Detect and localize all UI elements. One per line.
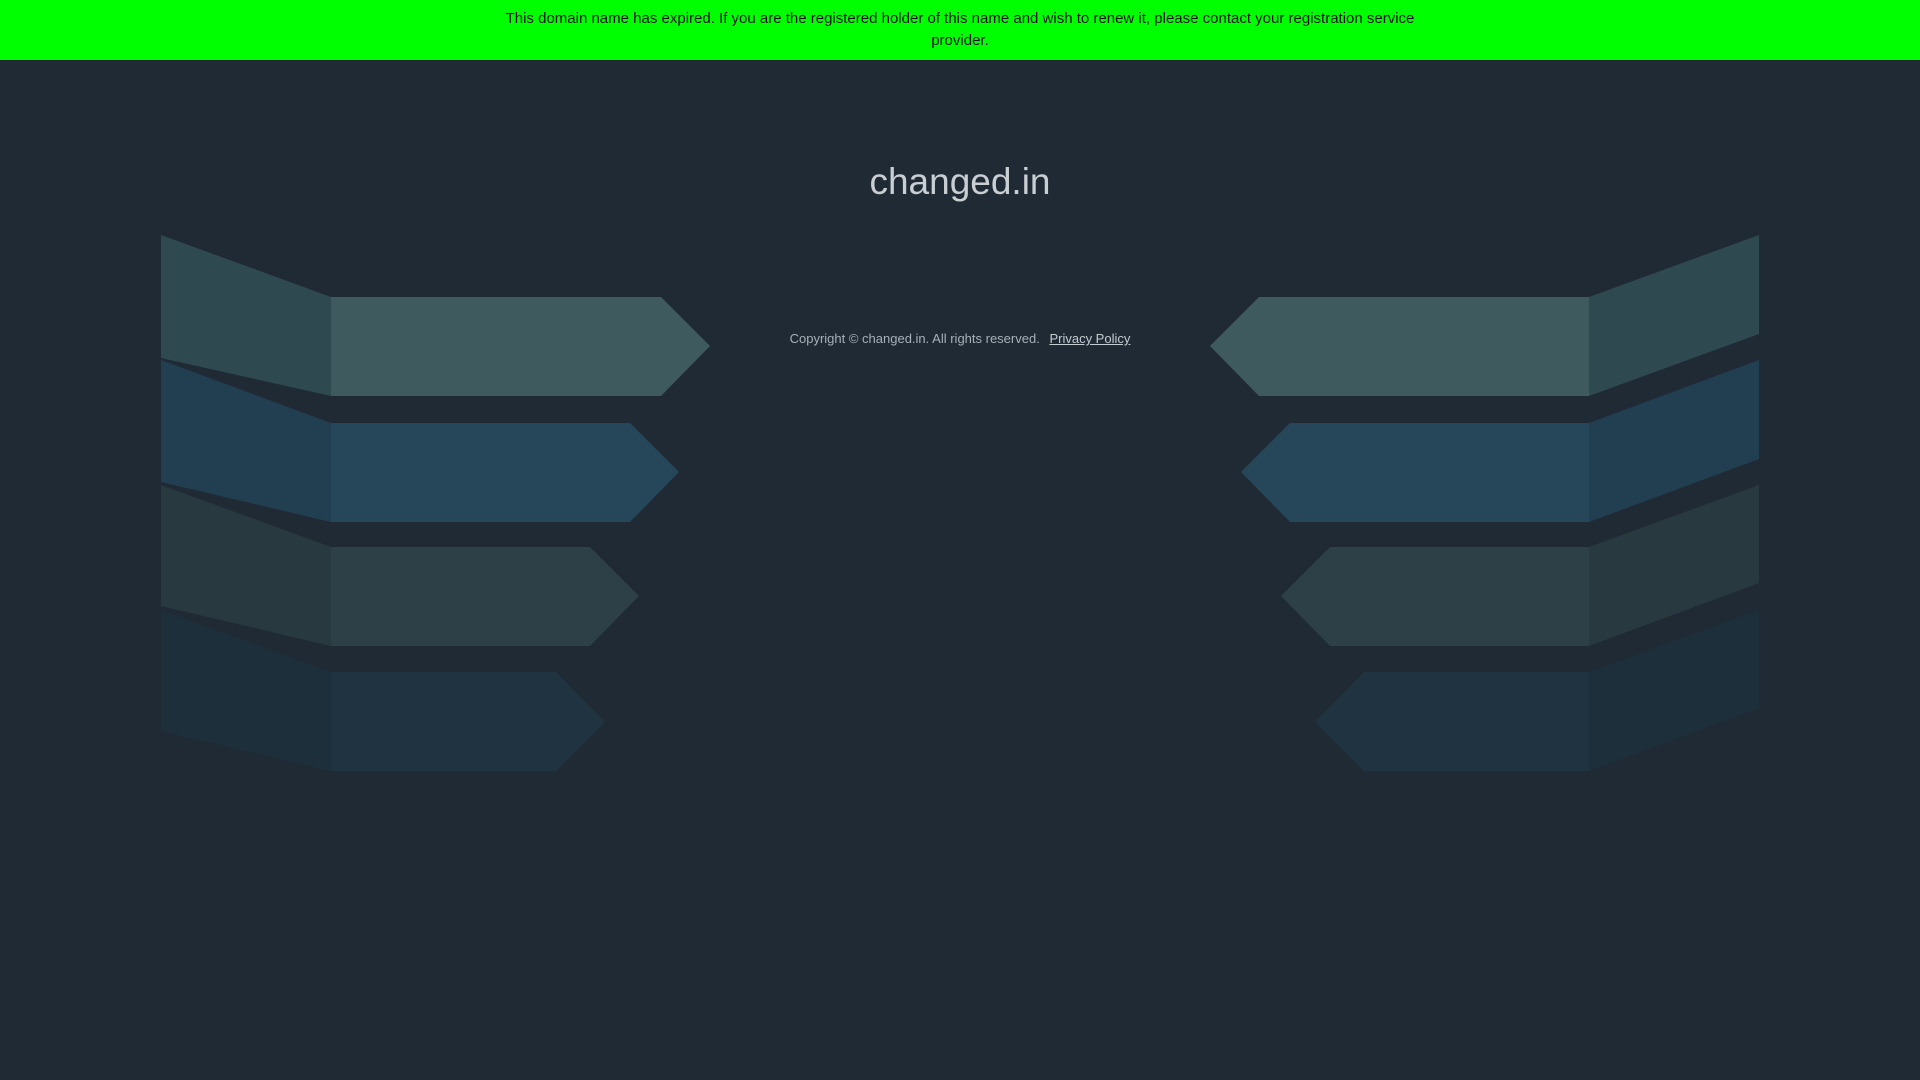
left-wing [161,235,710,771]
copyright-text: Copyright © changed.in. All rights reser… [789,331,1040,346]
footer: Copyright © changed.in. All rights reser… [0,331,1920,346]
left-band-2-arrow [331,423,679,522]
privacy-policy-link[interactable]: Privacy Policy [1049,331,1130,346]
left-band-4-arrow [331,672,605,771]
right-band-1-arrow [1210,297,1589,396]
right-band-2-arrow [1241,423,1589,522]
left-band-1-arrow [331,297,710,396]
right-band-4-arrow [1315,672,1589,771]
left-band-3-arrow [331,547,639,646]
page-title: changed.in [869,161,1051,202]
right-wing [1210,235,1759,771]
right-band-3-arrow [1281,547,1589,646]
